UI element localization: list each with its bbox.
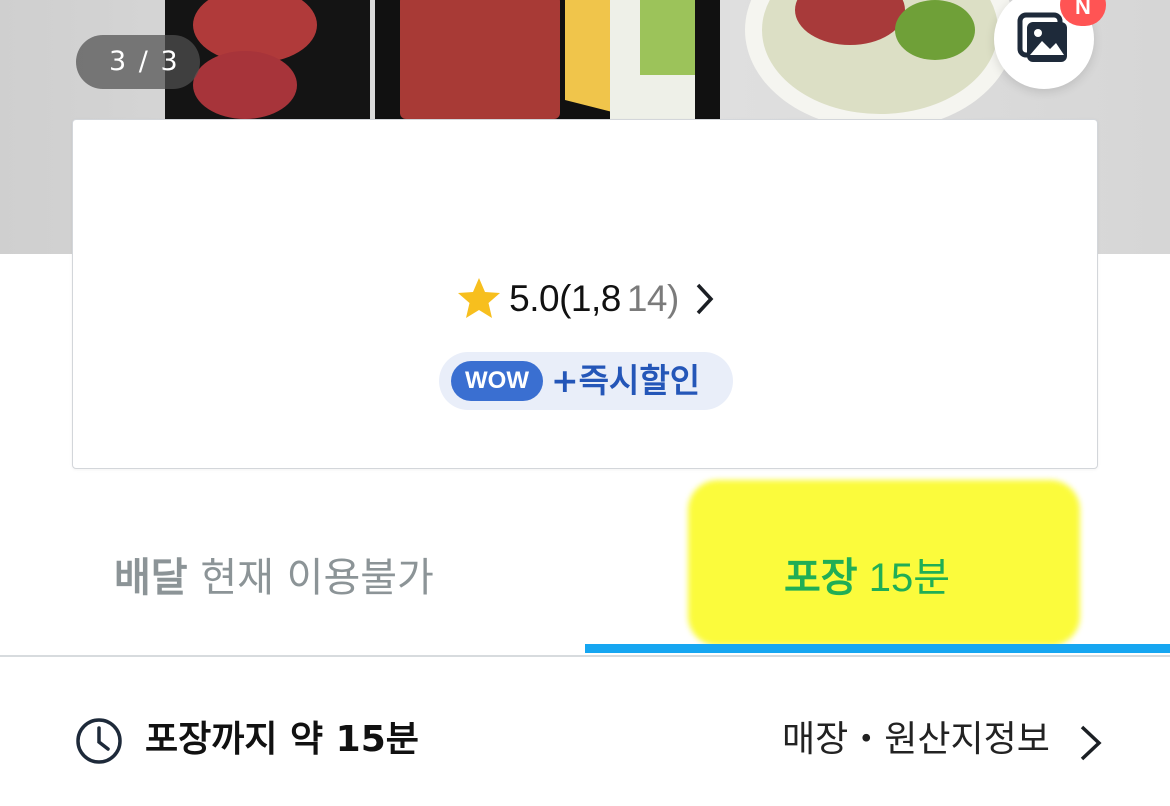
store-origin-info-label: 매장・원산지정보 [782, 719, 1050, 760]
rating-value: 5.0(1,8 [509, 278, 621, 319]
chevron-right-icon [696, 283, 714, 315]
pickup-eta: 포장까지 약 15분 [145, 719, 419, 760]
promo-text: +즉시할인 [551, 361, 701, 400]
rating-row[interactable]: 5.0(1,8 14) [73, 275, 1097, 323]
star-icon [458, 278, 501, 318]
image-counter: 3 / 3 [76, 35, 200, 89]
tab-pickup-time: 15분 [857, 556, 951, 600]
tab-pickup[interactable]: 포장 15분 [784, 550, 950, 606]
wow-discount-badge: WOW +즉시할인 [439, 352, 733, 410]
divider [0, 655, 1170, 657]
clock-icon [76, 718, 122, 764]
pickup-info-row: 포장까지 약 15분 매장・원산지정보 [0, 700, 1170, 780]
wow-badge: WOW [451, 361, 543, 401]
tab-delivery-label: 배달 [114, 555, 188, 601]
gallery-icon [1017, 12, 1067, 62]
active-tab-indicator [585, 644, 1170, 653]
tab-delivery-status: 현재 이용불가 [187, 555, 434, 601]
store-info-card: 5.0(1,8 14) WOW +즉시할인 [72, 119, 1098, 469]
order-type-tabs: 배달 현재 이용불가 포장 15분 [0, 470, 1170, 656]
chevron-right-icon [1080, 725, 1102, 761]
tab-delivery[interactable]: 배달 현재 이용불가 [114, 550, 434, 606]
tab-pickup-label: 포장 [784, 555, 858, 601]
review-count: 14) [626, 278, 679, 319]
